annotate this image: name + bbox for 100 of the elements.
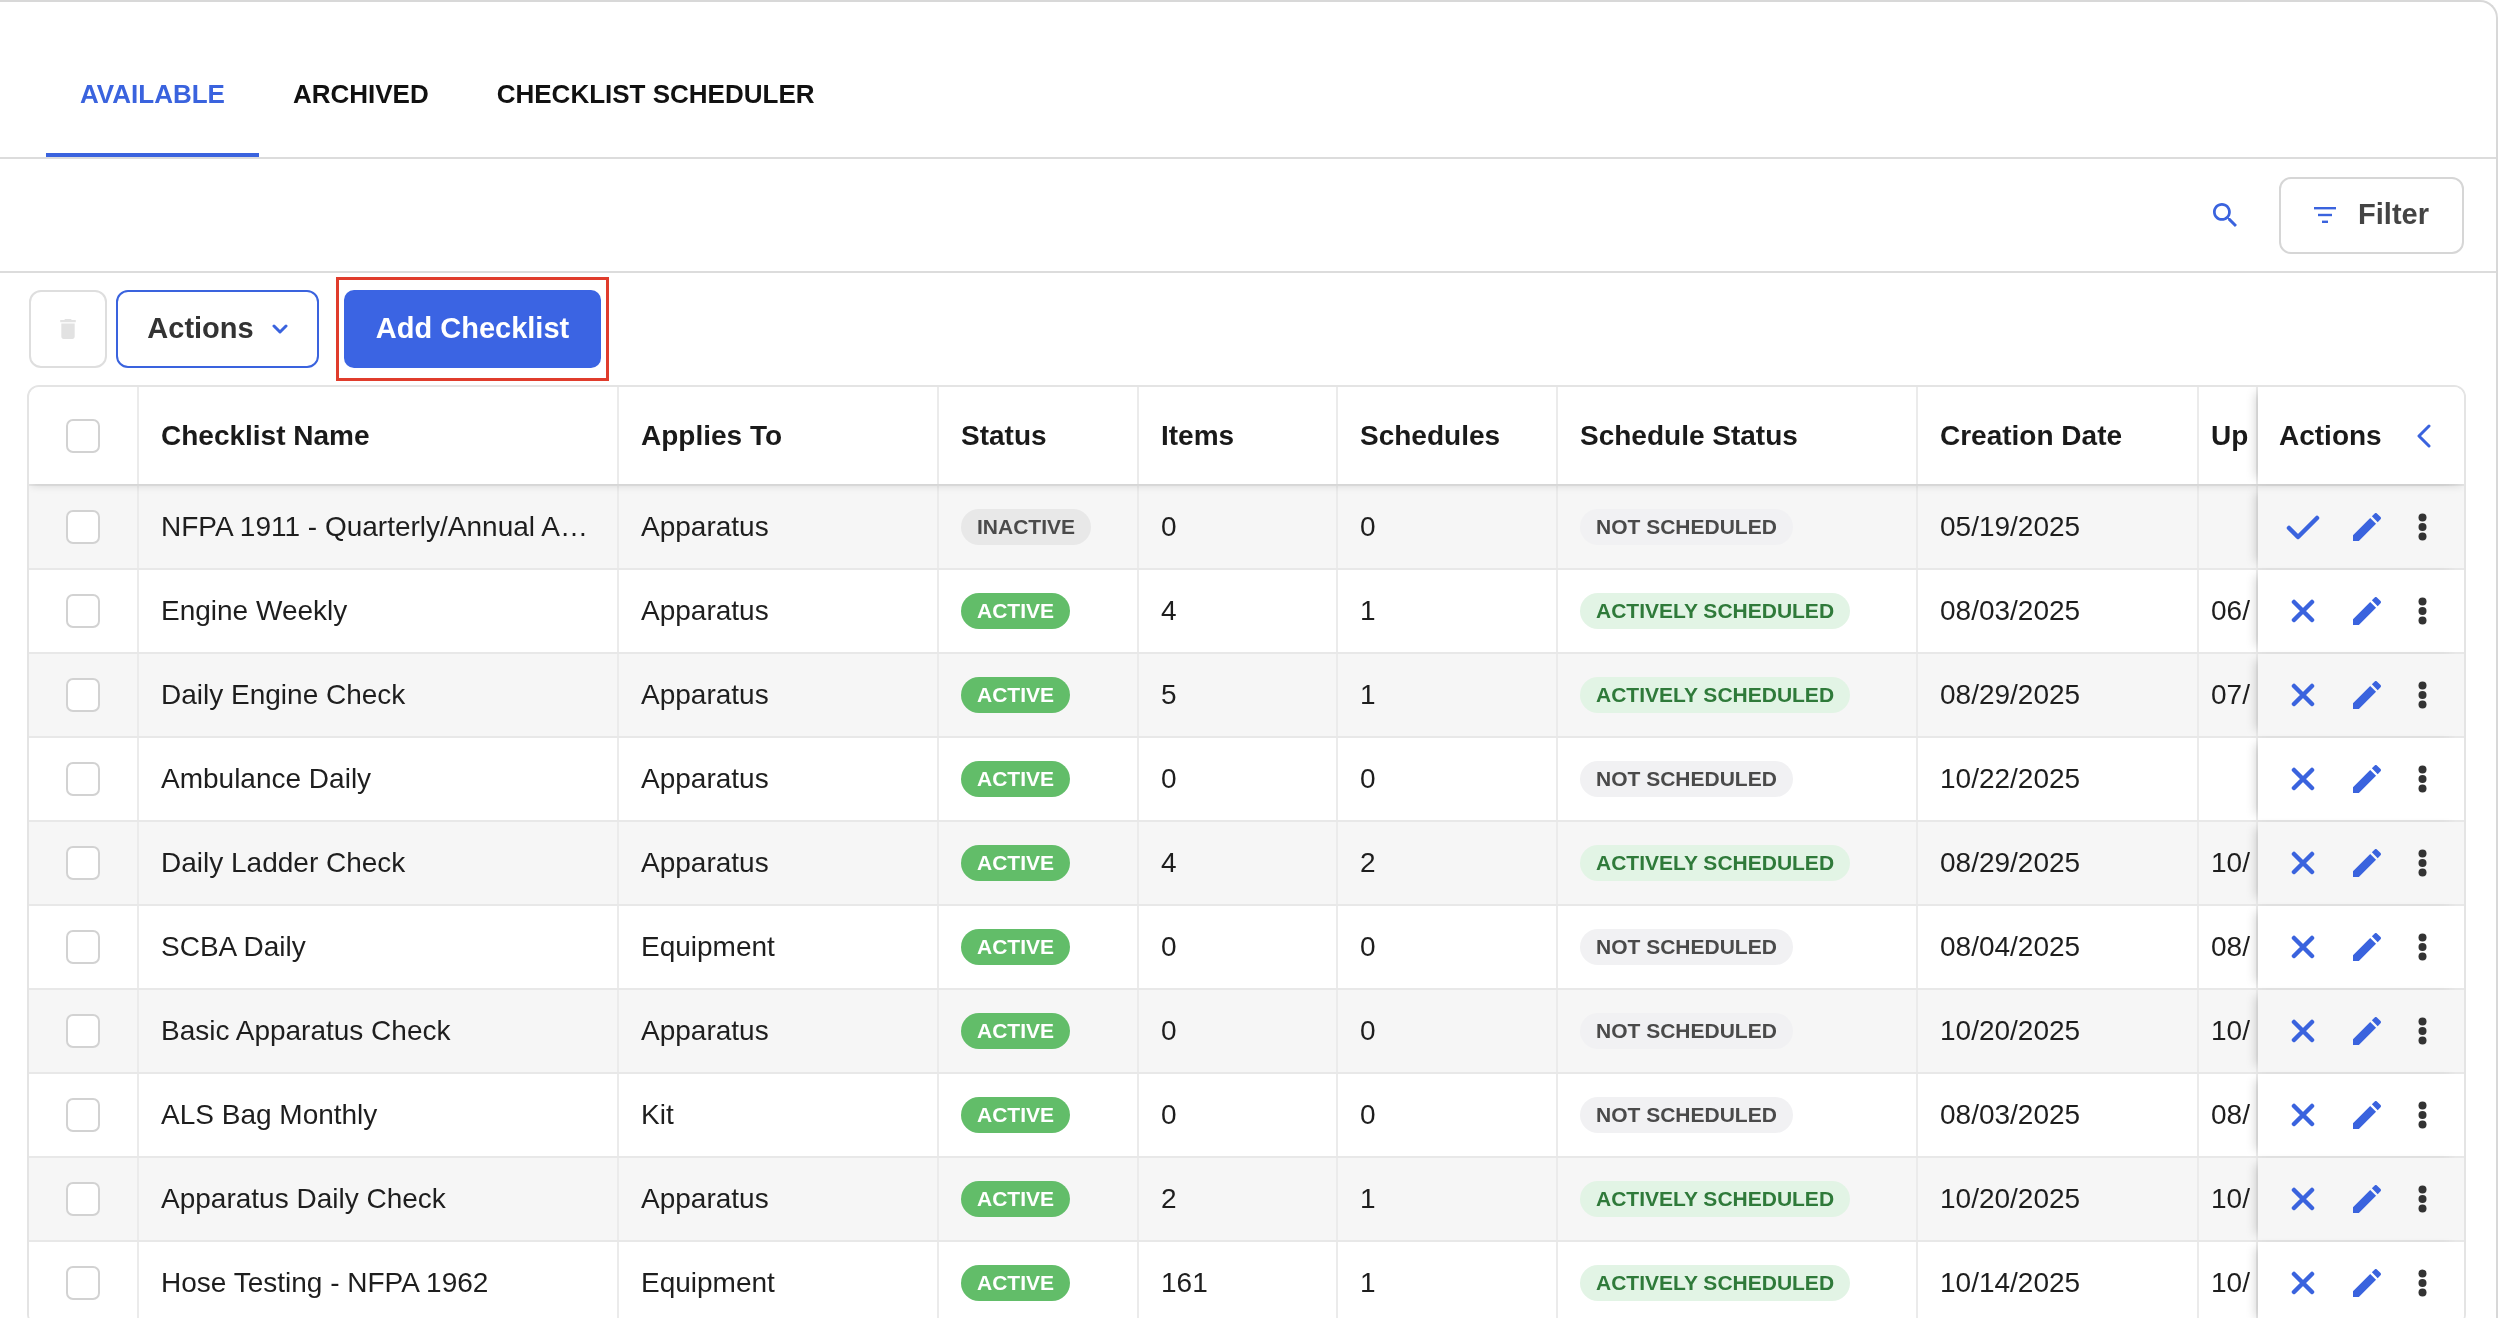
cross-icon[interactable] <box>2291 851 2315 875</box>
tab[interactable]: ARCHIVED <box>258 2 463 157</box>
creation-date: 10/20/2025 <box>1940 1182 2081 1216</box>
checkbox[interactable] <box>66 1014 100 1048</box>
schedule-status-badge: ACTIVELY SCHEDULED <box>1580 593 1851 629</box>
checkbox[interactable] <box>66 418 100 453</box>
column-header: Up <box>2211 418 2249 453</box>
vertical-dots-icon[interactable] <box>2418 681 2427 709</box>
schedule-status-badge: ACTIVELY SCHEDULED <box>1580 1265 1851 1301</box>
checkbox[interactable] <box>66 846 100 880</box>
date-text: 08/ <box>2211 930 2250 964</box>
status-badge: ACTIVE <box>961 1181 1070 1217</box>
check-icon[interactable] <box>2286 514 2320 540</box>
creation-date: 10/22/2025 <box>1940 762 2081 796</box>
vertical-dots-icon[interactable] <box>2418 513 2427 541</box>
add-checklist-button[interactable]: Add Checklist <box>344 290 601 368</box>
vertical-dots-icon[interactable] <box>2418 933 2427 961</box>
pencil-icon[interactable] <box>2353 1101 2381 1129</box>
applies-to-text: Equipment <box>641 930 775 964</box>
vertical-dots-icon[interactable] <box>2418 597 2427 625</box>
checklist-name: Daily Ladder Check <box>161 846 406 880</box>
item-count: 2 <box>1161 1182 1177 1216</box>
checklist-name: Daily Engine Check <box>161 678 406 712</box>
schedule-count: 0 <box>1360 1014 1376 1048</box>
status-badge: ACTIVE <box>961 677 1070 713</box>
checklist-name: NFPA 1911 - Quarterly/Annual A… <box>161 510 588 544</box>
column-header: Schedule Status <box>1580 418 1798 453</box>
checkbox[interactable] <box>66 594 100 628</box>
checklist-name: Basic Apparatus Check <box>161 1014 451 1048</box>
checklist-name: ALS Bag Monthly <box>161 1098 378 1132</box>
status-badge: ACTIVE <box>961 761 1070 797</box>
applies-to-text: Equipment <box>641 1266 775 1300</box>
pencil-icon[interactable] <box>2353 1017 2381 1045</box>
checkbox[interactable] <box>66 1098 100 1132</box>
actions-dropdown[interactable]: Actions <box>116 290 319 368</box>
cross-icon[interactable] <box>2291 1019 2315 1043</box>
pencil-icon[interactable] <box>2353 597 2381 625</box>
cross-icon[interactable] <box>2291 1103 2315 1127</box>
item-count: 5 <box>1161 678 1177 712</box>
status-badge: ACTIVE <box>961 1013 1070 1049</box>
cross-icon[interactable] <box>2291 599 2315 623</box>
checklist-name: Apparatus Daily Check <box>161 1182 446 1216</box>
status-badge: ACTIVE <box>961 845 1070 881</box>
cross-icon[interactable] <box>2291 767 2315 791</box>
creation-date: 05/19/2025 <box>1940 510 2081 544</box>
checkbox[interactable] <box>66 1182 100 1216</box>
filter-icon <box>2314 207 2337 223</box>
checkbox[interactable] <box>66 678 100 712</box>
vertical-dots-icon[interactable] <box>2418 1101 2427 1129</box>
schedule-status-badge: NOT SCHEDULED <box>1580 1097 1793 1133</box>
pencil-icon[interactable] <box>2353 933 2381 961</box>
schedule-count: 0 <box>1360 510 1376 544</box>
column-header: Applies To <box>641 418 783 453</box>
pencil-icon[interactable] <box>2353 681 2381 709</box>
creation-date: 08/03/2025 <box>1940 594 2081 628</box>
applies-to-text: Apparatus <box>641 762 769 796</box>
pencil-icon[interactable] <box>2353 1185 2381 1213</box>
schedule-status-badge: NOT SCHEDULED <box>1580 509 1793 545</box>
vertical-dots-icon[interactable] <box>2418 765 2427 793</box>
schedule-count: 1 <box>1360 1266 1376 1300</box>
vertical-dots-icon[interactable] <box>2418 1269 2427 1297</box>
schedule-status-badge: NOT SCHEDULED <box>1580 761 1793 797</box>
pencil-icon[interactable] <box>2353 849 2381 877</box>
status-badge: ACTIVE <box>961 929 1070 965</box>
tab[interactable]: CHECKLIST SCHEDULER <box>462 2 849 157</box>
schedule-count: 1 <box>1360 678 1376 712</box>
schedule-status-badge: NOT SCHEDULED <box>1580 929 1793 965</box>
checklist-name: Ambulance Daily <box>161 762 372 796</box>
checkbox[interactable] <box>66 930 100 964</box>
vertical-dots-icon[interactable] <box>2418 1185 2427 1213</box>
schedule-status-badge: ACTIVELY SCHEDULED <box>1580 1181 1851 1217</box>
pencil-icon[interactable] <box>2353 765 2381 793</box>
status-badge: ACTIVE <box>961 1265 1070 1301</box>
creation-date: 08/29/2025 <box>1940 678 2081 712</box>
column-header: Actions <box>2279 418 2382 453</box>
cross-icon[interactable] <box>2291 1271 2315 1295</box>
cross-icon[interactable] <box>2291 683 2315 707</box>
date-text: 07/ <box>2211 678 2250 712</box>
vertical-dots-icon[interactable] <box>2418 849 2427 877</box>
creation-date: 08/04/2025 <box>1940 930 2081 964</box>
filter-button[interactable]: Filter <box>2279 176 2464 254</box>
date-text: 10/ <box>2211 1014 2250 1048</box>
cross-icon[interactable] <box>2291 1187 2315 1211</box>
column-header: Schedules <box>1360 418 1501 453</box>
pencil-icon[interactable] <box>2353 1269 2381 1297</box>
creation-date: 10/14/2025 <box>1940 1266 2081 1300</box>
vertical-dots-icon[interactable] <box>2418 1017 2427 1045</box>
schedule-count: 0 <box>1360 930 1376 964</box>
tab[interactable]: AVAILABLE <box>46 2 259 157</box>
status-badge: ACTIVE <box>961 593 1070 629</box>
cross-icon[interactable] <box>2291 935 2315 959</box>
checkbox[interactable] <box>66 762 100 796</box>
date-text: 10/ <box>2211 1182 2250 1216</box>
search-icon[interactable] <box>2213 203 2237 227</box>
chevron-left-icon[interactable] <box>2416 423 2431 448</box>
pencil-icon[interactable] <box>2353 513 2381 541</box>
checkbox[interactable] <box>66 1266 100 1300</box>
column-header: Status <box>961 418 1047 453</box>
checkbox[interactable] <box>66 510 100 544</box>
item-count: 0 <box>1161 1014 1177 1048</box>
